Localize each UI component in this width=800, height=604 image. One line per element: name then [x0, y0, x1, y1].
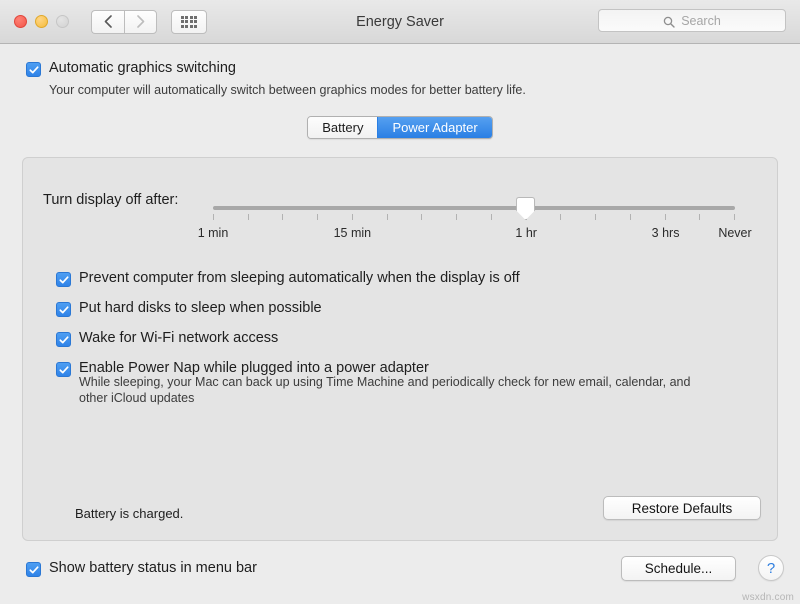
show-all-grid-icon	[180, 15, 198, 28]
slider-tick	[213, 214, 214, 220]
forward-button[interactable]	[124, 9, 157, 34]
display-sleep-tick-labels: 1 min 15 min 1 hr 3 hrs Never	[23, 226, 777, 242]
automatic-graphics-row[interactable]: Automatic graphics switching	[26, 60, 800, 77]
power-option-label: Wake for Wi-Fi network access	[79, 330, 279, 346]
schedule-button[interactable]: Schedule...	[621, 556, 736, 581]
chevron-left-icon	[104, 15, 112, 28]
back-button[interactable]	[91, 9, 124, 34]
slider-tick	[595, 214, 597, 220]
traffic-lights	[14, 15, 69, 28]
power-option-checkbox[interactable]	[56, 302, 71, 317]
slider-tick-label: Never	[718, 226, 752, 240]
chevron-right-icon	[136, 15, 145, 28]
slider-tick	[421, 214, 423, 220]
power-options-list: Prevent computer from sleeping automatic…	[56, 270, 520, 390]
display-sleep-label: Turn display off after:	[43, 192, 179, 208]
display-sleep-slider-ticks	[213, 214, 735, 221]
automatic-graphics-description: Your computer will automatically switch …	[49, 83, 526, 97]
search-input[interactable]: Search	[598, 9, 786, 32]
automatic-graphics-section: Automatic graphics switching Your comput…	[0, 44, 800, 98]
watermark: wsxdn.com	[742, 592, 794, 603]
slider-tick	[282, 214, 284, 220]
search-placeholder: Search	[681, 13, 721, 28]
question-mark-icon: ?	[766, 559, 776, 577]
slider-tick	[734, 214, 735, 220]
slider-tick	[629, 214, 631, 220]
slider-tick-label: 3 hrs	[651, 226, 680, 240]
power-option-checkbox[interactable]	[56, 362, 71, 377]
slider-tick-label: 1 min	[197, 226, 229, 240]
automatic-graphics-label: Automatic graphics switching	[49, 60, 236, 76]
window-titlebar: Energy Saver Search	[0, 0, 800, 44]
slider-tick	[664, 214, 666, 220]
minimize-button[interactable]	[35, 15, 48, 28]
zoom-button-disabled	[56, 15, 69, 28]
energy-saver-window: Energy Saver Search Automatic graphics s…	[0, 0, 800, 604]
settings-panel: Turn display off after: 1 min 15 min 1 hr 3…	[22, 157, 778, 541]
help-button[interactable]: ?	[758, 555, 784, 581]
show-battery-status-row[interactable]: Show battery status in menu bar	[26, 560, 257, 577]
slider-tick	[386, 214, 388, 220]
show-all-button[interactable]	[171, 9, 207, 34]
slider-tick	[560, 214, 562, 220]
power-option-row[interactable]: Prevent computer from sleeping automatic…	[56, 270, 520, 287]
source-tabs-wrapper: Battery Power Adapter	[0, 116, 800, 139]
power-option-checkbox[interactable]	[56, 272, 71, 287]
window-footer: Show battery status in menu bar Schedule…	[0, 549, 800, 604]
slider-tick-label: 15 min	[333, 226, 372, 240]
slider-tick-label: 1 hr	[515, 226, 537, 240]
navigation-buttons	[91, 9, 157, 34]
power-nap-description: While sleeping, your Mac can back up usi…	[79, 375, 691, 405]
power-option-checkbox[interactable]	[56, 332, 71, 347]
power-option-label: Put hard disks to sleep when possible	[79, 300, 322, 316]
show-battery-status-label: Show battery status in menu bar	[49, 560, 257, 576]
slider-tick	[456, 214, 458, 220]
search-icon	[663, 15, 675, 28]
power-option-row[interactable]: Wake for Wi-Fi network access	[56, 330, 520, 347]
slider-tick	[699, 214, 701, 220]
power-option-label: Prevent computer from sleeping automatic…	[79, 270, 520, 286]
slider-tick	[317, 214, 319, 220]
tab-power-adapter[interactable]: Power Adapter	[377, 117, 492, 138]
display-sleep-slider-track[interactable]	[213, 206, 735, 210]
slider-tick	[247, 214, 249, 220]
restore-defaults-button[interactable]: Restore Defaults	[603, 496, 761, 520]
show-battery-status-checkbox[interactable]	[26, 562, 41, 577]
slider-tick	[351, 214, 353, 220]
display-sleep-label-row: Turn display off after:	[43, 192, 178, 208]
battery-status-text: Battery is charged.	[75, 506, 184, 521]
tab-battery[interactable]: Battery	[308, 117, 378, 138]
automatic-graphics-checkbox[interactable]	[26, 62, 41, 77]
slider-tick	[490, 214, 492, 220]
close-button[interactable]	[14, 15, 27, 28]
source-tabs: Battery Power Adapter	[307, 116, 493, 139]
power-option-row[interactable]: Put hard disks to sleep when possible	[56, 300, 520, 317]
